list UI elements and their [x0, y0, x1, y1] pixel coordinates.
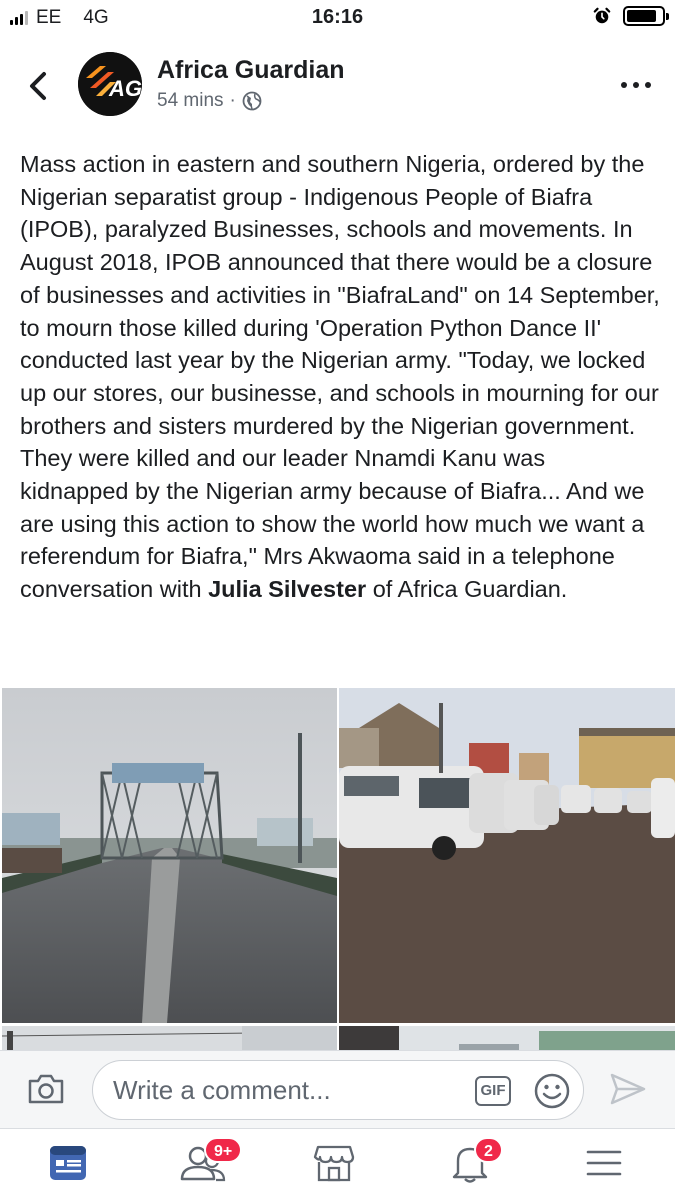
svg-text:AG: AG [108, 76, 142, 101]
nav-marketplace[interactable] [312, 1141, 362, 1191]
author-mention[interactable]: Julia Silvester [208, 576, 366, 602]
meta-separator: · [229, 90, 236, 111]
back-button[interactable] [22, 66, 56, 106]
bottom-nav: 9+ 2 [0, 1128, 675, 1200]
bridge-photo-image [2, 688, 337, 1023]
dot-icon [621, 82, 627, 88]
photo-4-image [339, 1026, 675, 1050]
photo-4[interactable] [339, 1026, 675, 1050]
dot-icon [645, 82, 651, 88]
battery-icon [623, 6, 669, 26]
status-time: 16:16 [311, 6, 364, 28]
notifications-badge: 2 [474, 1137, 503, 1163]
nav-notifications[interactable]: 2 [448, 1137, 503, 1191]
photo-3-image [2, 1026, 337, 1050]
post-time[interactable]: 54 mins [157, 90, 224, 112]
comment-bar: Write a comment... GIF [0, 1050, 675, 1128]
africa-guardian-logo: AG [78, 52, 142, 116]
alarm-icon [593, 7, 611, 24]
buses-photo-image [339, 688, 675, 1023]
globe-icon [242, 91, 262, 111]
status-right [593, 6, 669, 26]
camera-icon[interactable] [26, 1071, 66, 1107]
nav-menu[interactable] [582, 1141, 632, 1191]
page-name[interactable]: Africa Guardian [157, 56, 345, 85]
photo-grid [0, 686, 675, 1050]
photo-bridge[interactable] [2, 688, 337, 1023]
battery-fill [627, 10, 656, 22]
news-feed-icon [50, 1146, 86, 1180]
nav-news-feed[interactable] [46, 1141, 96, 1191]
comment-placeholder: Write a comment... [113, 1075, 331, 1105]
friends-badge: 9+ [204, 1137, 243, 1163]
avatar[interactable]: AG [78, 52, 142, 116]
photo-3[interactable] [2, 1026, 337, 1050]
post-header: AG Africa Guardian 54 mins · [0, 44, 675, 134]
comment-input[interactable]: Write a comment... GIF [92, 1060, 584, 1120]
status-bar: EE 4G 16:16 [0, 0, 675, 36]
dot-icon [633, 82, 639, 88]
more-options-button[interactable] [621, 70, 651, 100]
marketplace-icon [313, 1145, 355, 1182]
photo-buses[interactable] [339, 688, 675, 1023]
send-icon[interactable] [608, 1071, 648, 1107]
post-meta: 54 mins · [157, 90, 262, 112]
post-text-main: Mass action in eastern and southern Nige… [20, 151, 660, 603]
gif-button[interactable]: GIF [475, 1076, 511, 1106]
menu-icon [586, 1150, 622, 1176]
nav-friends[interactable]: 9+ [178, 1137, 243, 1191]
post-text: Mass action in eastern and southern Nige… [20, 148, 660, 606]
emoji-icon[interactable] [533, 1072, 571, 1110]
post-text-end: of Africa Guardian. [366, 576, 568, 603]
